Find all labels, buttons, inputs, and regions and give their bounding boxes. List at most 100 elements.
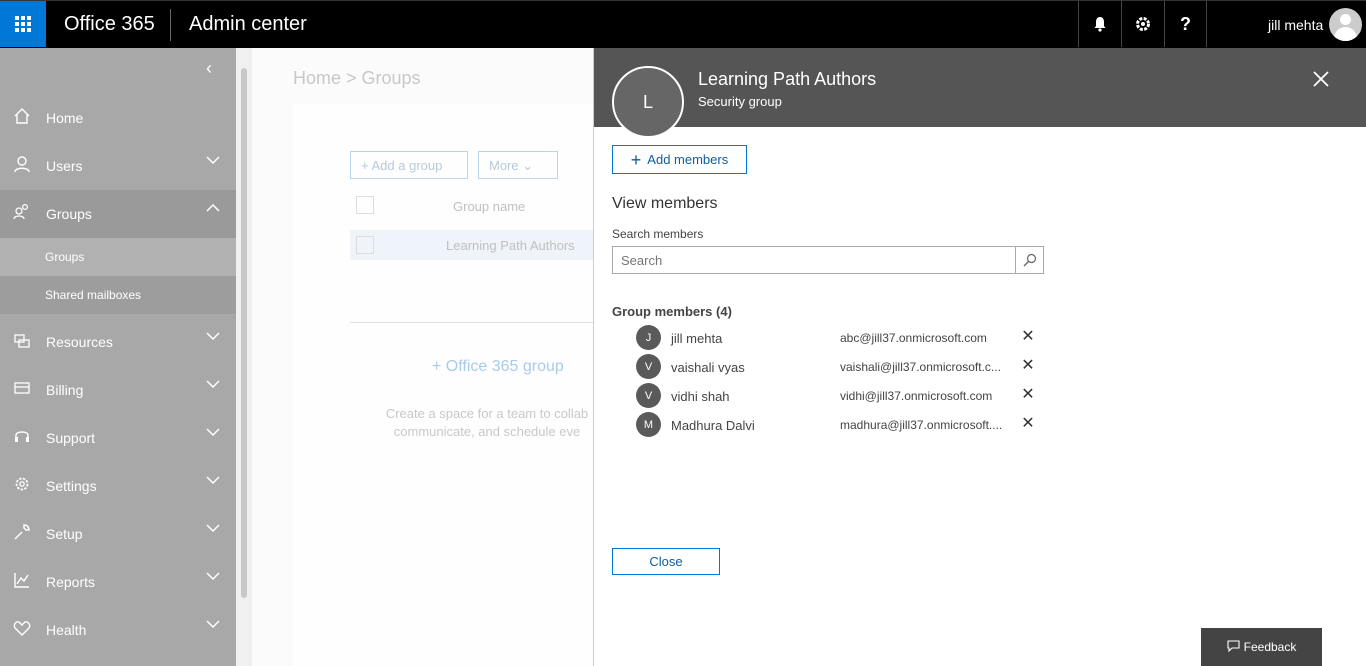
sidebar-item-label: Setup (46, 526, 83, 542)
search-members-box (612, 246, 1044, 274)
panel-header: Learning Path Authors Security group (594, 48, 1366, 127)
group-avatar: L (612, 66, 684, 138)
sidebar-subitem-label: Groups (45, 250, 85, 264)
sidebar-item-label: Groups (46, 206, 92, 222)
sidebar-subitem-groups[interactable]: Groups (0, 238, 236, 276)
search-icon[interactable] (1015, 247, 1043, 273)
member-avatar: M (636, 412, 661, 437)
scrollbar-thumb[interactable] (241, 68, 247, 598)
member-name: jill mehta (671, 331, 723, 346)
chevron-down-icon (206, 520, 220, 536)
chevron-down-icon (206, 152, 220, 168)
view-members-title: View members (612, 195, 718, 212)
member-email: abc@jill37.onmicrosoft.com (840, 331, 987, 345)
add-group-label: Add a group (371, 158, 443, 173)
group-detail-panel: Learning Path Authors Security group L +… (593, 48, 1366, 666)
office-365-group-link[interactable]: + Office 365 group (432, 358, 564, 376)
top-bar: Office 365 Admin center ? jill mehta (0, 0, 1366, 48)
collapse-chevron-icon[interactable]: ‹ (206, 58, 212, 79)
sidebar-subitem-label: Shared mailboxes (45, 288, 142, 302)
divider (170, 9, 171, 41)
sidebar-item-billing[interactable]: Billing (0, 366, 236, 414)
divider (350, 322, 594, 323)
sidebar-item-label: Support (46, 430, 96, 446)
add-members-button[interactable]: + Add members (612, 145, 747, 174)
sidebar-item-home[interactable]: Home (0, 94, 236, 142)
member-row: M Madhura Dalvi madhura@jill37.onmicroso… (636, 411, 1046, 439)
add-members-label: Add members (647, 152, 729, 167)
sidebar-item-label: Health (46, 622, 87, 638)
plus-icon: + (361, 158, 372, 173)
member-avatar: J (636, 325, 661, 350)
row-checkbox[interactable] (356, 236, 374, 254)
app-name: Admin center (189, 13, 307, 35)
wrench-icon (12, 522, 32, 542)
resources-icon (12, 330, 32, 350)
feedback-label: Feedback (1243, 640, 1297, 654)
sidebar-item-groups[interactable]: Groups (0, 190, 236, 238)
sidebar-item-label: Settings (46, 478, 97, 494)
group-icon (12, 202, 32, 222)
headset-icon (12, 426, 32, 446)
more-button[interactable]: More ⌄ (478, 151, 558, 179)
table-row[interactable]: Learning Path Authors (350, 230, 594, 260)
sidebar-item-label: Billing (46, 382, 84, 398)
sidebar-item-health[interactable]: Health (0, 606, 236, 654)
add-group-button[interactable]: + Add a group (350, 151, 468, 179)
home-icon (12, 106, 32, 126)
chevron-down-icon (206, 424, 220, 440)
sidebar-item-users[interactable]: Users (0, 142, 236, 190)
remove-member-icon[interactable]: ✕ (1019, 328, 1037, 346)
sidebar-scrollbar[interactable] (236, 48, 252, 666)
sidebar-item-setup[interactable]: Setup (0, 510, 236, 558)
close-icon[interactable] (1308, 66, 1334, 92)
brand-title[interactable]: Office 365 (64, 13, 155, 36)
chevron-down-icon (206, 568, 220, 584)
search-input[interactable] (613, 247, 1013, 273)
member-name: Madhura Dalvi (671, 418, 755, 433)
groups-card (293, 104, 594, 666)
app-launcher-icon[interactable] (0, 1, 46, 47)
panel-title: Learning Path Authors (698, 69, 877, 89)
sidebar-subitem-shared-mailboxes[interactable]: Shared mailboxes (0, 276, 236, 314)
select-all-checkbox[interactable] (356, 196, 374, 214)
member-row: J jill mehta abc@jill37.onmicrosoft.com … (636, 324, 1046, 352)
chevron-down-icon: ⌄ (522, 158, 534, 173)
bell-icon[interactable] (1078, 1, 1121, 47)
group-members-title: Group members (4) (612, 304, 732, 319)
plus-icon: + (432, 358, 446, 375)
main-content: Home > Groups + Add a group More ⌄ Group… (252, 48, 594, 666)
sidebar-item-reports[interactable]: Reports (0, 558, 236, 606)
chart-icon (12, 570, 32, 590)
panel-subtitle: Security group (698, 94, 782, 109)
help-icon[interactable]: ? (1164, 1, 1207, 47)
column-header-group-name[interactable]: Group name (453, 199, 525, 214)
more-label: More (489, 158, 519, 173)
sidebar-item-settings[interactable]: Settings (0, 462, 236, 510)
member-row: V vaishali vyas vaishali@jill37.onmicros… (636, 353, 1046, 381)
remove-member-icon[interactable]: ✕ (1019, 415, 1037, 433)
office-group-label: Office 365 group (445, 358, 564, 375)
gear-icon (12, 474, 32, 494)
member-avatar: V (636, 354, 661, 379)
remove-member-icon[interactable]: ✕ (1019, 386, 1037, 404)
chevron-down-icon (206, 328, 220, 344)
billing-icon (12, 378, 32, 398)
member-name: vidhi shah (671, 389, 730, 404)
gear-icon[interactable] (1121, 1, 1164, 47)
user-name[interactable]: jill mehta (1268, 17, 1323, 33)
feedback-button[interactable]: Feedback (1201, 628, 1322, 666)
sidebar-item-label: Home (46, 110, 84, 126)
sidebar-item-support[interactable]: Support (0, 414, 236, 462)
sidebar-item-resources[interactable]: Resources (0, 318, 236, 366)
breadcrumb[interactable]: Home > Groups (293, 68, 421, 89)
comment-icon (1227, 639, 1240, 655)
member-email: vaishali@jill37.onmicrosoft.c... (840, 360, 1001, 374)
sidebar-item-label: Users (46, 158, 83, 174)
member-row: V vidhi shah vidhi@jill37.onmicrosoft.co… (636, 382, 1046, 410)
heart-icon (12, 618, 32, 638)
remove-member-icon[interactable]: ✕ (1019, 357, 1037, 375)
avatar[interactable] (1329, 8, 1362, 41)
close-button[interactable]: Close (612, 548, 720, 575)
sidebar-item-label: Resources (46, 334, 113, 350)
